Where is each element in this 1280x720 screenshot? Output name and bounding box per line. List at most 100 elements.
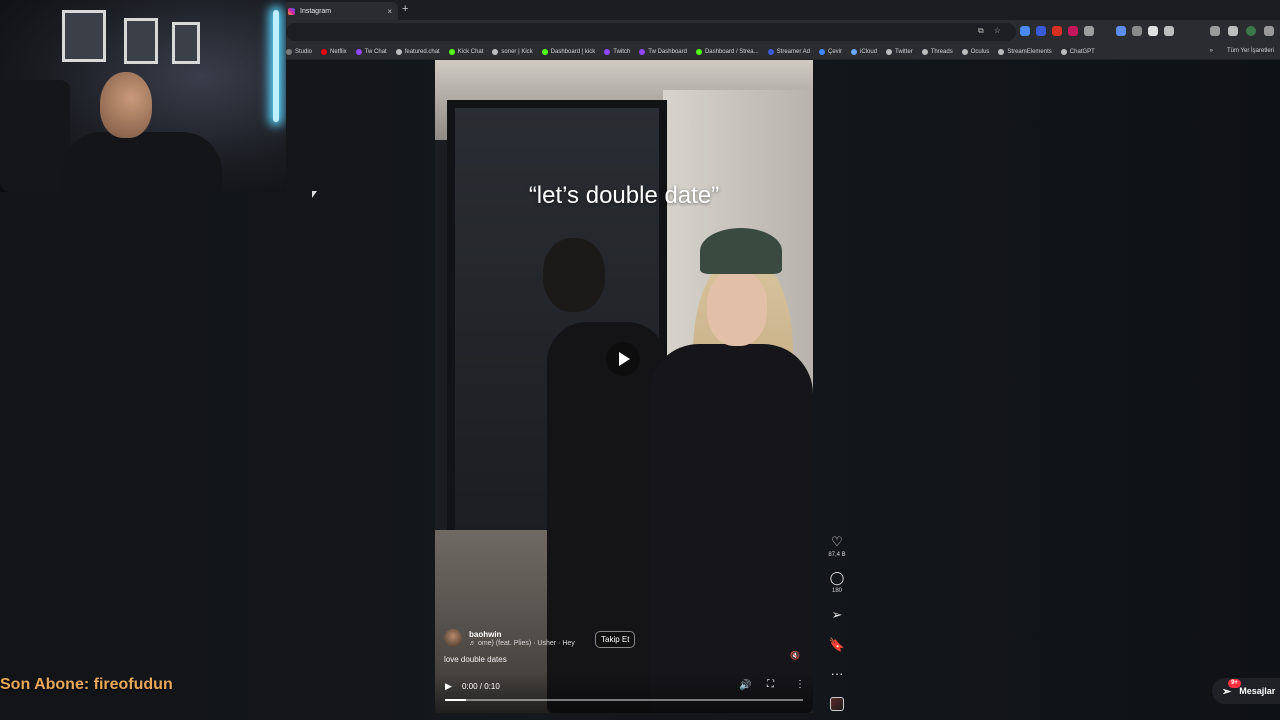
install-app-icon[interactable]: ⧉ xyxy=(978,26,984,36)
more-button[interactable]: ··· xyxy=(822,667,852,681)
bookmark-label: Threads xyxy=(930,48,953,55)
tab-close-icon[interactable]: × xyxy=(387,7,392,16)
video-controls: ▶ 0:00 / 0:10 🔊 ⛶ ⋮ xyxy=(435,672,813,713)
play-icon[interactable]: ▶ xyxy=(445,681,452,692)
follow-button[interactable]: Takip Et xyxy=(595,631,636,648)
address-bar[interactable] xyxy=(286,23,1016,41)
bookmark-item[interactable]: soner | Kick xyxy=(492,48,533,55)
video-time: 0:00 / 0:10 xyxy=(462,682,500,691)
bookmark-label: Dashboard / Strea... xyxy=(704,48,759,55)
extension-icon[interactable] xyxy=(1132,26,1142,36)
bookmark-label: Kick Chat xyxy=(457,48,484,55)
more-icon: ··· xyxy=(830,666,844,681)
bookmark-favicon-icon xyxy=(604,48,611,55)
download-icon[interactable] xyxy=(1210,26,1220,36)
bookmark-item[interactable]: iCloud xyxy=(851,48,878,55)
bookmark-item[interactable]: Dashboard / Strea... xyxy=(695,48,759,55)
bookmark-star-icon[interactable]: ☆ xyxy=(994,26,1001,36)
extension-icon[interactable] xyxy=(1148,26,1158,36)
bookmark-item[interactable]: Tw Chat xyxy=(355,48,387,55)
new-tab-button[interactable]: + xyxy=(402,3,408,15)
profile-avatar[interactable] xyxy=(1246,26,1256,36)
bookmark-item[interactable]: Tw Dashboard xyxy=(639,48,687,55)
extension-icon[interactable] xyxy=(1036,26,1046,36)
messages-label: Mesajlar xyxy=(1239,686,1276,696)
screen: Instagram × + ⧉ ☆ Studio Netflix Tw Chat… xyxy=(0,0,1280,720)
bookmark-favicon-icon xyxy=(639,48,646,55)
comment-button[interactable]: ◯ 180 xyxy=(822,570,852,595)
bookmark-item[interactable]: StreamElements xyxy=(998,48,1052,55)
audio-track[interactable]: ♬ ome) (feat. Plies) · Usher · Hey xyxy=(469,640,575,647)
save-button[interactable]: 🔖 xyxy=(822,638,852,652)
bookmark-item[interactable]: Çevir xyxy=(819,48,843,55)
send-icon: ➢ xyxy=(831,607,843,622)
comment-icon: ◯ xyxy=(829,570,845,585)
mute-icon[interactable]: 🔇 xyxy=(790,651,800,660)
mouse-cursor xyxy=(312,191,317,198)
bookmark-favicon-icon xyxy=(286,48,292,55)
audio-thumbnail[interactable] xyxy=(830,697,844,711)
reading-list-icon[interactable] xyxy=(1228,26,1238,36)
bookmark-label: Twitch xyxy=(613,48,631,55)
author-avatar[interactable] xyxy=(444,629,462,647)
bookmark-label: iCloud xyxy=(860,48,878,55)
tab-instagram[interactable]: Instagram × xyxy=(282,2,398,20)
bookmark-favicon-icon xyxy=(961,48,968,55)
unread-badge: 9+ xyxy=(1228,678,1241,688)
fullscreen-icon[interactable]: ⛶ xyxy=(767,679,774,690)
bookmark-item[interactable]: Streamer Ad xyxy=(767,48,810,55)
bookmark-label: Çevir xyxy=(828,48,843,55)
extension-icon[interactable] xyxy=(1020,26,1030,36)
bookmark-label: StreamElements xyxy=(1007,48,1052,55)
bookmark-label: Dashboard | kick xyxy=(550,48,596,55)
extension-icon[interactable] xyxy=(1068,26,1078,36)
bookmark-icon: 🔖 xyxy=(828,637,846,652)
more-options-icon[interactable]: ⋮ xyxy=(795,679,805,690)
bookmark-favicon-icon xyxy=(851,48,858,55)
puzzle-icon[interactable] xyxy=(1164,26,1174,36)
extension-icon[interactable] xyxy=(1116,26,1126,36)
bookmark-item[interactable]: Studio xyxy=(286,48,313,55)
bookmark-label: soner | Kick xyxy=(501,48,533,55)
bookmark-item[interactable]: Twitch xyxy=(604,48,631,55)
bookmark-item[interactable]: Threads xyxy=(921,48,953,55)
share-button[interactable]: ➢ xyxy=(822,608,852,622)
video-progress-fill xyxy=(445,699,467,701)
extension-icon[interactable] xyxy=(1052,26,1062,36)
extensions-bar xyxy=(1020,26,1174,36)
bookmark-item[interactable]: Kick Chat xyxy=(448,48,484,55)
messages-button[interactable]: ➢ 9+ Mesajlar xyxy=(1212,678,1280,704)
bookmark-item[interactable]: Twitter xyxy=(886,48,913,55)
send-icon: ➢ 9+ xyxy=(1222,678,1241,698)
bookmark-label: Tw Dashboard xyxy=(648,48,687,55)
bookmarks-overflow-icon[interactable]: » xyxy=(1210,48,1213,54)
bookmark-favicon-icon xyxy=(395,48,402,55)
bookmark-label: Netflix xyxy=(330,48,347,55)
reel-video[interactable]: “let’s double date” baohwin ♬ ome) (feat… xyxy=(435,60,813,713)
extension-icon[interactable] xyxy=(1100,26,1110,36)
tab-title: Instagram xyxy=(300,7,332,15)
bookmark-label: Studio xyxy=(295,48,313,55)
bookmark-label: Tw Chat xyxy=(364,48,387,55)
browser-menu-icon[interactable] xyxy=(1264,26,1274,36)
all-bookmarks-folder[interactable]: Tüm Yer İşaretleri xyxy=(1227,48,1274,54)
author-username[interactable]: baohwin xyxy=(469,630,501,639)
instagram-icon xyxy=(288,7,295,15)
bookmark-item[interactable]: ChatGPT xyxy=(1060,48,1095,55)
center-play-icon[interactable] xyxy=(606,342,640,376)
bookmark-item[interactable]: Dashboard | kick xyxy=(541,48,596,55)
bookmark-favicon-icon xyxy=(695,48,702,55)
latest-subscriber-banner: Son Abone: fireofudun xyxy=(0,676,173,693)
video-progress-bar[interactable] xyxy=(445,699,803,701)
volume-icon[interactable]: 🔊 xyxy=(739,680,751,691)
bookmark-item[interactable]: Netflix xyxy=(321,48,347,55)
extension-icon[interactable] xyxy=(1084,26,1094,36)
bookmark-favicon-icon xyxy=(998,48,1005,55)
bookmark-item[interactable]: Oculus xyxy=(961,48,989,55)
like-button[interactable]: ♡ 87,4 B xyxy=(822,534,852,559)
bookmark-favicon-icon xyxy=(1060,48,1067,55)
bookmark-item[interactable]: featured.chat xyxy=(395,48,440,55)
bookmark-favicon-icon xyxy=(767,48,774,55)
heart-icon: ♡ xyxy=(831,534,843,549)
bookmark-label: featured.chat xyxy=(404,48,440,55)
